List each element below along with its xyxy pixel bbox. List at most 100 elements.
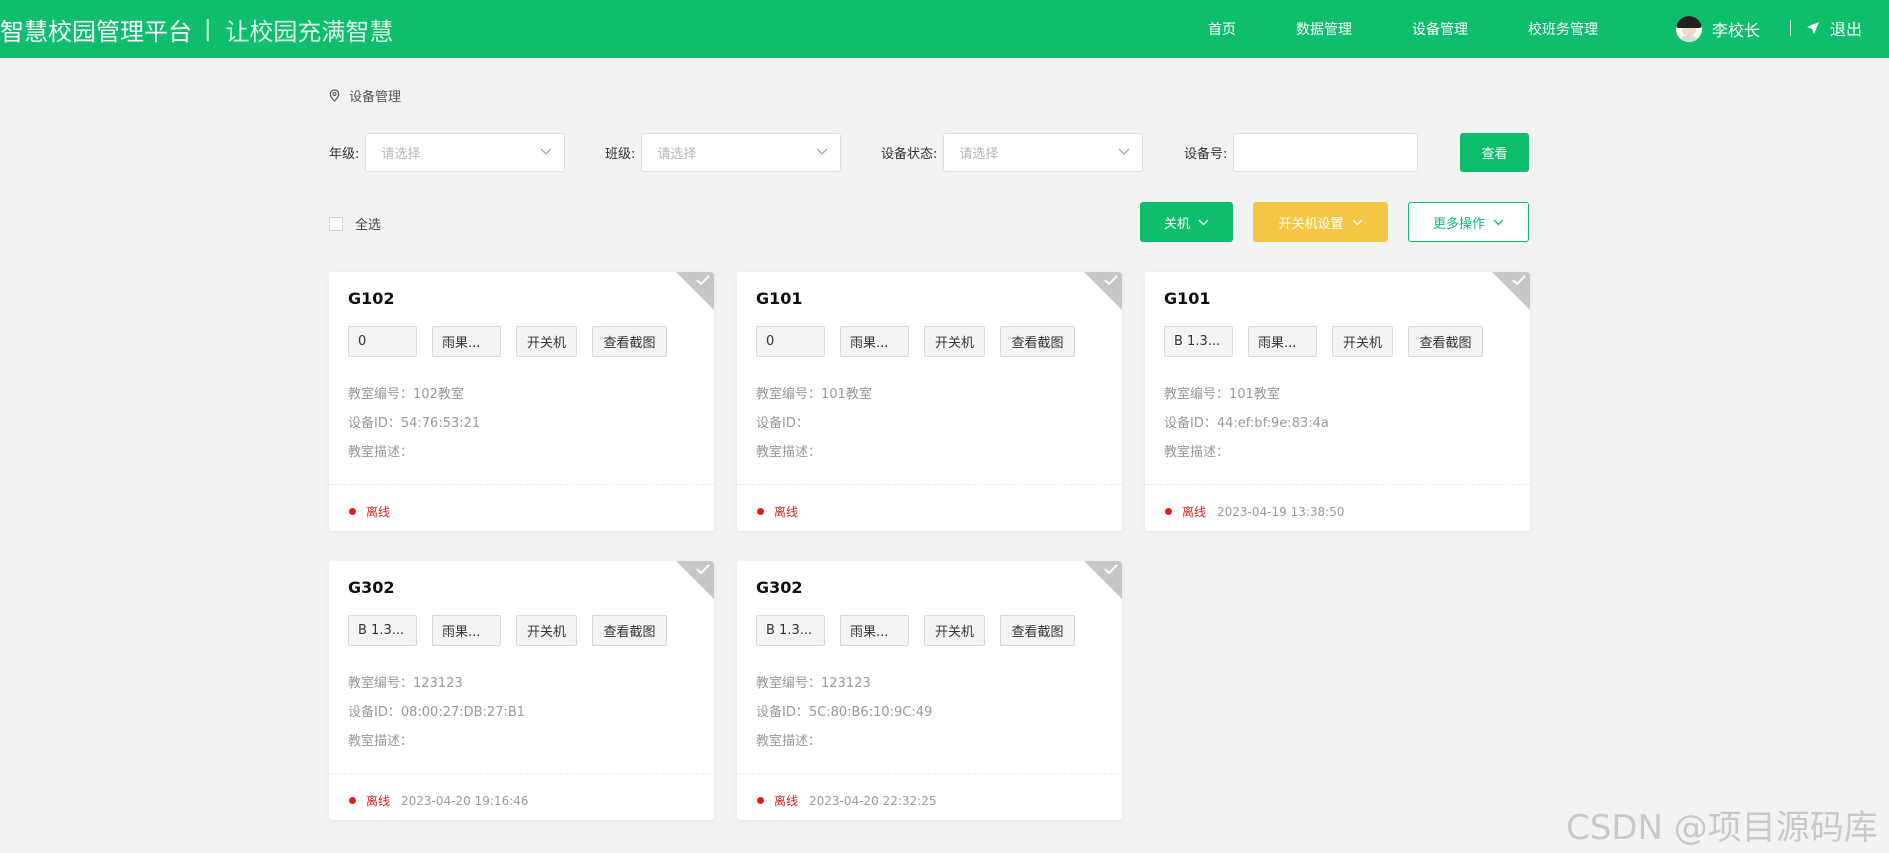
shutdown-button[interactable]: 关机 xyxy=(1140,202,1233,242)
room-description: 教室描述： xyxy=(348,445,414,460)
view-screenshot-button[interactable]: 查看截图 xyxy=(592,615,667,646)
status-label: 设备状态: xyxy=(881,147,938,162)
top-header: 智慧校园管理平台 | 让校园充满智慧 首页 数据管理 设备管理 校班务管理 李校… xyxy=(0,0,1889,58)
device-card[interactable]: G101 0 雨果... 开关机 查看截图 教室编号：101教室 设备ID： 教… xyxy=(737,272,1122,531)
nav-device-management[interactable]: 设备管理 xyxy=(1412,19,1468,39)
device-filter: 设备号: xyxy=(1184,133,1419,172)
status-dot xyxy=(349,797,356,804)
card-divider xyxy=(737,773,1122,774)
status-placeholder: 请选择 xyxy=(959,147,999,162)
room-description: 教室描述： xyxy=(348,734,414,749)
device-title: G302 xyxy=(756,578,803,597)
device-card[interactable]: G302 B 1.3... 雨果... 开关机 查看截图 教室编号：123123… xyxy=(329,561,714,820)
card-divider xyxy=(737,484,1122,485)
device-number-input[interactable] xyxy=(1233,133,1419,172)
device-title: G101 xyxy=(1164,289,1211,308)
power-schedule-button[interactable]: 开关机设置 xyxy=(1253,202,1388,242)
room-number: 教室编号：102教室 xyxy=(348,387,464,402)
status-text: 离线 xyxy=(1182,505,1207,519)
view-screenshot-button[interactable]: 查看截图 xyxy=(1000,615,1075,646)
chevron-down-icon xyxy=(816,148,828,155)
more-actions-button[interactable]: 更多操作 xyxy=(1408,202,1529,242)
device-card[interactable]: G102 0 雨果... 开关机 查看截图 教室编号：102教室 设备ID：54… xyxy=(329,272,714,531)
chip-version[interactable]: 0 xyxy=(348,326,417,357)
status-row: 离线 xyxy=(757,503,809,520)
avatar xyxy=(1676,16,1702,42)
status-time: 2023-04-19 13:38:50 xyxy=(1217,504,1345,519)
check-icon xyxy=(1512,275,1526,286)
chip-name[interactable]: 雨果... xyxy=(432,615,501,646)
device-id: 设备ID：08:00:27:DB:27:B1 xyxy=(348,705,526,720)
select-all-checkbox[interactable] xyxy=(329,216,343,231)
status-row: 离线 2023-04-20 22:32:25 xyxy=(757,792,936,809)
select-all[interactable]: 全选 xyxy=(329,214,381,233)
user-name: 李校长 xyxy=(1712,21,1761,40)
location-pin-icon xyxy=(329,89,340,102)
room-number: 教室编号：123123 xyxy=(756,676,871,691)
grade-select[interactable]: 请选择 xyxy=(365,133,566,172)
view-screenshot-button[interactable]: 查看截图 xyxy=(592,326,667,357)
chip-version[interactable]: 0 xyxy=(756,326,825,357)
status-select[interactable]: 请选择 xyxy=(943,133,1144,172)
status-row: 离线 xyxy=(349,503,401,520)
grade-label: 年级: xyxy=(329,147,360,162)
brand: 智慧校园管理平台 | 让校园充满智慧 xyxy=(0,0,393,58)
card-divider xyxy=(329,773,714,774)
class-filter: 班级: 请选择 xyxy=(605,133,842,172)
card-divider xyxy=(329,484,714,485)
send-icon xyxy=(1807,22,1819,34)
class-select[interactable]: 请选择 xyxy=(641,133,842,172)
grade-filter: 年级: 请选择 xyxy=(329,133,566,172)
chevron-down-icon xyxy=(1118,148,1130,155)
power-button[interactable]: 开关机 xyxy=(516,615,577,646)
view-screenshot-button[interactable]: 查看截图 xyxy=(1408,326,1483,357)
status-time: 2023-04-20 19:16:46 xyxy=(401,793,529,808)
power-button[interactable]: 开关机 xyxy=(924,326,985,357)
class-label: 班级: xyxy=(605,147,636,162)
check-icon xyxy=(1104,564,1118,575)
card-divider xyxy=(1145,484,1530,485)
room-description: 教室描述： xyxy=(756,734,822,749)
chip-name[interactable]: 雨果... xyxy=(840,326,909,357)
chip-version[interactable]: B 1.3... xyxy=(756,615,825,646)
status-dot xyxy=(349,508,356,515)
chip-name[interactable]: 雨果... xyxy=(432,326,501,357)
status-text: 离线 xyxy=(774,505,799,519)
chip-version[interactable]: B 1.3... xyxy=(1164,326,1233,357)
power-button[interactable]: 开关机 xyxy=(924,615,985,646)
chevron-down-icon xyxy=(1352,219,1362,225)
chevron-down-icon xyxy=(1493,219,1504,225)
device-card[interactable]: G101 B 1.3... 雨果... 开关机 查看截图 教室编号：101教室 … xyxy=(1145,272,1530,531)
room-number: 教室编号：101教室 xyxy=(1164,387,1280,402)
chip-name[interactable]: 雨果... xyxy=(1248,326,1317,357)
device-id: 设备ID： xyxy=(756,416,809,431)
device-id: 设备ID：54:76:53:21 xyxy=(348,416,481,431)
status-text: 离线 xyxy=(366,794,391,808)
shutdown-button-label: 关机 xyxy=(1163,216,1190,232)
status-dot xyxy=(1165,508,1172,515)
status-text: 离线 xyxy=(366,505,391,519)
brand-slogan: 让校园充满智慧 xyxy=(225,17,394,46)
nav-data-management[interactable]: 数据管理 xyxy=(1296,19,1352,39)
chip-name[interactable]: 雨果... xyxy=(840,615,909,646)
room-description: 教室描述： xyxy=(1164,445,1230,460)
chevron-down-icon xyxy=(1198,219,1209,225)
status-text: 离线 xyxy=(774,794,799,808)
status-dot xyxy=(757,508,764,515)
check-icon xyxy=(696,564,710,575)
nav-class-affairs[interactable]: 校班务管理 xyxy=(1528,19,1598,39)
brand-title: 智慧校园管理平台 xyxy=(0,17,192,46)
status-filter: 设备状态: 请选择 xyxy=(881,133,1144,172)
power-button[interactable]: 开关机 xyxy=(516,326,577,357)
power-button[interactable]: 开关机 xyxy=(1332,326,1393,357)
device-card[interactable]: G302 B 1.3... 雨果... 开关机 查看截图 教室编号：123123… xyxy=(737,561,1122,820)
brand-separator: | xyxy=(204,16,212,42)
chevron-down-icon xyxy=(540,148,552,155)
chip-version[interactable]: B 1.3... xyxy=(348,615,417,646)
user-menu[interactable]: 李校长 xyxy=(1676,13,1760,45)
query-button-label: 查看 xyxy=(1481,147,1508,162)
logout-button[interactable]: 退出 xyxy=(1806,16,1862,40)
view-screenshot-button[interactable]: 查看截图 xyxy=(1000,326,1075,357)
query-button[interactable]: 查看 xyxy=(1460,133,1529,172)
nav-home[interactable]: 首页 xyxy=(1208,19,1236,39)
